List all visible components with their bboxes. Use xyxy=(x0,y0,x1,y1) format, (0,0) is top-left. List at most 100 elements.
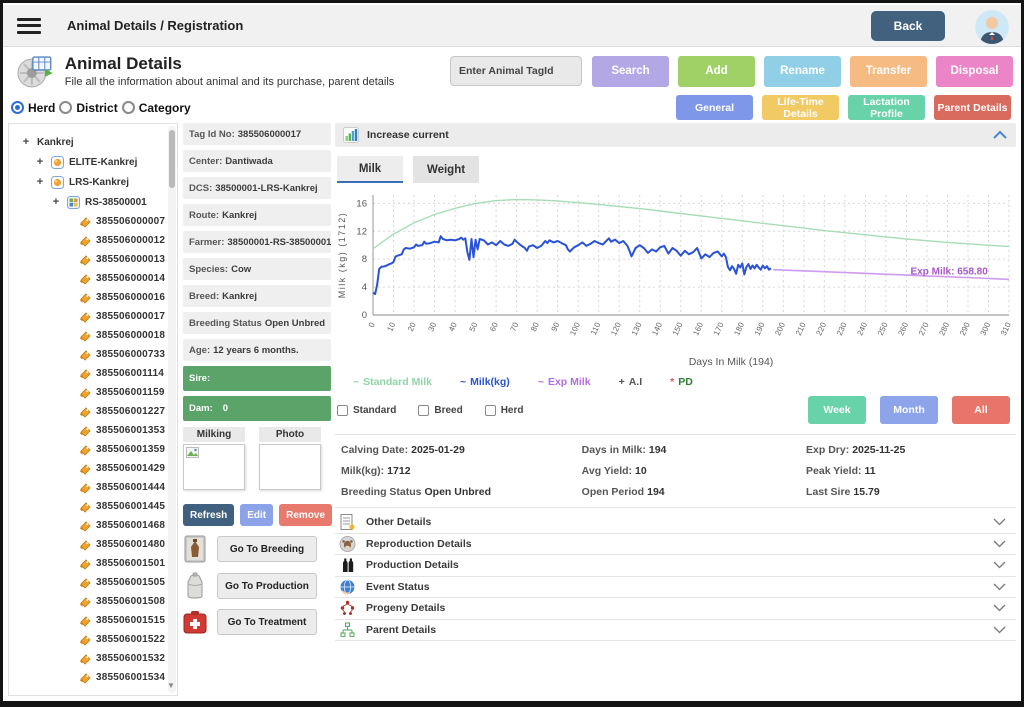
tree-tag-item[interactable]: 385506001114 xyxy=(15,364,175,383)
crud-button[interactable]: Refresh xyxy=(183,504,234,526)
tree-tag-item[interactable]: 385506000007 xyxy=(15,212,175,231)
accordion-reproduction-details[interactable]: Reproduction Details xyxy=(335,534,1016,556)
svg-text:220: 220 xyxy=(814,321,828,337)
checkbox-icon xyxy=(418,405,429,416)
legend-item[interactable]: * PD xyxy=(670,376,693,388)
chevron-up-icon[interactable] xyxy=(992,130,1008,140)
tree-tag-item[interactable]: 385506000014 xyxy=(15,269,175,288)
tree-node-group[interactable]: + LRS-Kankrej xyxy=(15,172,175,192)
tree-tag-item[interactable]: 385506001501 xyxy=(15,554,175,573)
goto-treatment-button[interactable]: Go To Treatment xyxy=(217,609,317,635)
legend-item[interactable]: ~ Exp Milk xyxy=(538,376,591,388)
tree-node-root[interactable]: + Kankrej xyxy=(15,132,175,152)
action-button[interactable]: Transfer xyxy=(850,56,927,87)
tree-tag-item[interactable]: 385506000016 xyxy=(15,288,175,307)
tree-node-station[interactable]: + RS-38500001 xyxy=(15,192,175,212)
summary-cell: Exp Dry:2025-11-25 xyxy=(806,444,1010,456)
radio-district[interactable]: District xyxy=(59,101,117,115)
chevron-down-icon xyxy=(993,518,1006,526)
summary-cell: Calving Date:2025-01-29 xyxy=(341,444,582,456)
goto-breeding-row: Go To Breeding xyxy=(183,535,331,563)
action-button[interactable]: Add xyxy=(678,56,755,87)
tree-tag-item[interactable]: 385506001429 xyxy=(15,459,175,478)
info-row: Tag Id No:385506000017 xyxy=(183,123,331,145)
action-button[interactable]: Disposal xyxy=(936,56,1013,87)
tree-node-group[interactable]: + ELITE-Kankrej xyxy=(15,152,175,172)
goto-production-button[interactable]: Go To Production xyxy=(217,573,317,599)
expand-icon[interactable]: + xyxy=(35,156,45,168)
tree-tag-item[interactable]: 385506001444 xyxy=(15,478,175,497)
crud-button[interactable]: Edit xyxy=(240,504,273,526)
tree-scrollbar[interactable] xyxy=(168,126,176,693)
action-button[interactable]: Rename xyxy=(764,56,841,87)
milking-image[interactable] xyxy=(183,444,245,490)
filter-checkbox[interactable]: Standard xyxy=(337,405,396,416)
tree-tag-item[interactable]: 385506001532 xyxy=(15,649,175,668)
parent-rows: Sire:Dam:0 xyxy=(183,366,331,421)
page-subtitle: File all the information about animal an… xyxy=(65,76,450,88)
radio-category[interactable]: Category xyxy=(122,101,191,115)
tree-tag-item[interactable]: 385506001508 xyxy=(15,592,175,611)
tree-tag-item[interactable]: 385506001515 xyxy=(15,611,175,630)
tree-tag-item[interactable]: 385506001353 xyxy=(15,421,175,440)
tree-tag-item[interactable]: 385506001159 xyxy=(15,383,175,402)
radio-herd[interactable]: Herd xyxy=(11,101,55,115)
accordion-event-status[interactable]: Event Status xyxy=(335,577,1016,599)
chevron-down-icon xyxy=(993,583,1006,591)
filter-checkbox[interactable]: Herd xyxy=(485,405,524,416)
tag-icon xyxy=(79,425,91,437)
tree-tag-item[interactable]: 385506001227 xyxy=(15,402,175,421)
tree-tag-item[interactable]: 385506000018 xyxy=(15,326,175,345)
scroll-down-icon[interactable] xyxy=(167,681,177,691)
expand-icon[interactable]: + xyxy=(21,136,31,148)
svg-text:160: 160 xyxy=(691,321,705,337)
panel-header[interactable]: Increase current xyxy=(335,123,1016,147)
accordion-other-details[interactable]: Other Details xyxy=(335,512,1016,534)
expand-icon[interactable]: + xyxy=(35,176,45,188)
legend-item[interactable]: + A.I xyxy=(619,376,643,388)
range-button[interactable]: Month xyxy=(880,396,938,424)
legend-item[interactable]: ~ Milk(kg) xyxy=(460,376,510,388)
back-button[interactable]: Back xyxy=(871,11,945,41)
action-button[interactable]: Search xyxy=(592,56,669,87)
tab-milk[interactable]: Milk xyxy=(337,156,403,183)
expand-icon[interactable]: + xyxy=(51,196,61,208)
tree-tag-item[interactable]: 385506000013 xyxy=(15,250,175,269)
person-icon xyxy=(975,10,1009,44)
filter-checkbox[interactable]: Breed xyxy=(418,405,462,416)
detail-tab[interactable]: General xyxy=(676,95,753,120)
animal-tagid-input[interactable] xyxy=(450,56,582,86)
tree-tag-item[interactable]: 385506001522 xyxy=(15,630,175,649)
tag-icon xyxy=(79,273,91,285)
detail-tab[interactable]: Lactation Profile xyxy=(848,95,925,120)
tree-tag-item[interactable]: 385506001359 xyxy=(15,440,175,459)
tree-tag-item[interactable]: 385506000012 xyxy=(15,231,175,250)
tag-icon xyxy=(79,539,91,551)
tag-icon xyxy=(79,368,91,380)
tree-tag-item[interactable]: 385506001445 xyxy=(15,497,175,516)
tree-tag-item[interactable]: 385506000017 xyxy=(15,307,175,326)
photo-image[interactable] xyxy=(259,444,321,490)
user-avatar[interactable] xyxy=(975,10,1009,44)
range-button[interactable]: Week xyxy=(808,396,866,424)
scrollbar-thumb[interactable] xyxy=(169,130,175,188)
tree-tag-item[interactable]: 385506000733 xyxy=(15,345,175,364)
tree-tag-item[interactable]: 385506001534 xyxy=(15,668,175,687)
goto-breeding-button[interactable]: Go To Breeding xyxy=(217,536,317,562)
detail-tab[interactable]: Parent Details xyxy=(934,95,1011,120)
menu-icon[interactable] xyxy=(17,18,41,34)
accordion-parent-details[interactable]: Parent Details xyxy=(335,620,1016,642)
svg-text:70: 70 xyxy=(509,321,521,333)
app-window: Animal Details / Registration Back xyxy=(0,0,1024,707)
range-button[interactable]: All xyxy=(952,396,1010,424)
accordion-production-details[interactable]: Production Details xyxy=(335,555,1016,577)
accordion-progeny-details[interactable]: Progeny Details xyxy=(335,598,1016,620)
tree-tag-item[interactable]: 385506001505 xyxy=(15,573,175,592)
tab-weight[interactable]: Weight xyxy=(413,156,479,183)
tree-tag-item[interactable]: 385506001480 xyxy=(15,535,175,554)
crud-button[interactable]: Remove xyxy=(279,504,332,526)
legend-item[interactable]: ~ Standard Milk xyxy=(353,376,432,388)
detail-tab[interactable]: Life-Time Details xyxy=(762,95,839,120)
summary-cell: Avg Yield:10 xyxy=(582,465,806,477)
tree-tag-item[interactable]: 385506001468 xyxy=(15,516,175,535)
